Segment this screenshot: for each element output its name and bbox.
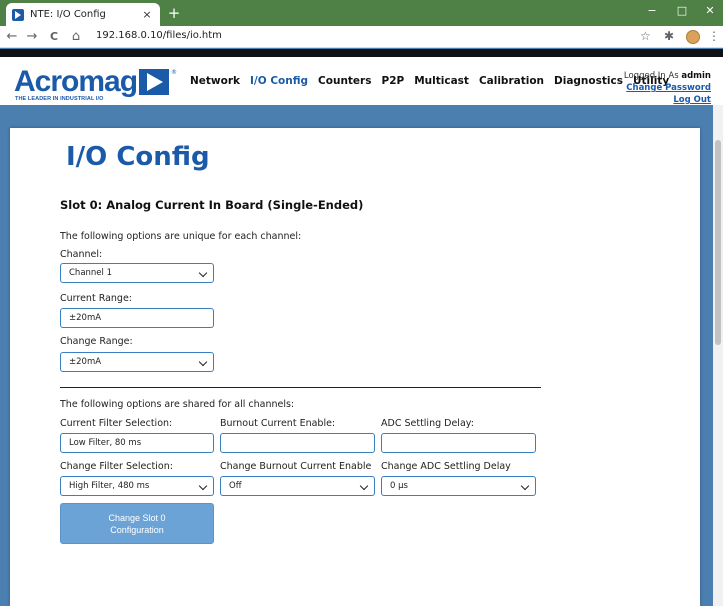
change-password-link[interactable]: Change Password bbox=[624, 82, 711, 94]
unique-options-note: The following options are unique for eac… bbox=[60, 231, 302, 242]
change-range-value: ±20mA bbox=[69, 357, 102, 367]
logged-in-status: Logged In As admin bbox=[624, 70, 711, 82]
acromag-favicon-icon bbox=[12, 8, 24, 21]
nav-network[interactable]: Network bbox=[190, 75, 240, 87]
change-burnout-label: Change Burnout Current Enable bbox=[220, 461, 372, 472]
page-top-bar bbox=[0, 49, 723, 57]
change-range-select[interactable]: ±20mA bbox=[60, 352, 214, 372]
logo-registered-mark: ® bbox=[171, 69, 177, 76]
change-range-label: Change Range: bbox=[60, 336, 133, 347]
change-slot-config-button[interactable]: Change Slot 0 Configuration bbox=[60, 503, 214, 544]
nav-p2p[interactable]: P2P bbox=[382, 75, 405, 87]
tab-title: NTE: I/O Config bbox=[30, 9, 106, 20]
nav-diagnostics[interactable]: Diagnostics bbox=[554, 75, 623, 87]
browser-toolbar: ← → C ⌂ 192.168.0.10/files/io.htm ☆ ✱ ⋮ bbox=[0, 26, 723, 48]
section-divider bbox=[60, 387, 541, 388]
logged-in-prefix: Logged In As bbox=[623, 71, 679, 81]
current-range-field[interactable]: ±20mA bbox=[60, 308, 214, 328]
change-adc-delay-label: Change ADC Settling Delay bbox=[381, 461, 511, 472]
change-burnout-select[interactable]: Off bbox=[220, 476, 375, 496]
shared-options-note: The following options are shared for all… bbox=[60, 399, 295, 410]
logo-tagline: THE LEADER IN INDUSTRIAL I/O bbox=[15, 96, 104, 102]
adc-settling-delay-label: ADC Settling Delay: bbox=[381, 418, 474, 429]
current-range-value: ±20mA bbox=[69, 313, 102, 323]
burnout-current-field[interactable] bbox=[220, 433, 375, 453]
site-header: Acromag ® THE LEADER IN INDUSTRIAL I/O N… bbox=[0, 57, 723, 105]
logo-wordmark: Acromag bbox=[14, 65, 138, 98]
slot-title: Slot 0: Analog Current In Board (Single-… bbox=[60, 198, 364, 212]
login-panel: Logged In As admin Change Password Log O… bbox=[624, 70, 711, 106]
current-range-label: Current Range: bbox=[60, 293, 133, 304]
change-filter-label: Change Filter Selection: bbox=[60, 461, 173, 472]
log-out-link[interactable]: Log Out bbox=[624, 94, 711, 106]
extensions-icon[interactable]: ✱ bbox=[664, 29, 674, 43]
change-adc-delay-select[interactable]: 0 µs bbox=[381, 476, 536, 496]
page-title: I/O Config bbox=[66, 142, 210, 172]
current-filter-value: Low Filter, 80 ms bbox=[69, 438, 142, 448]
profile-avatar[interactable] bbox=[686, 30, 700, 44]
logo-play-icon bbox=[139, 69, 169, 95]
minimize-icon[interactable]: − bbox=[642, 4, 662, 17]
burnout-current-label: Burnout Current Enable: bbox=[220, 418, 336, 429]
main-nav: Network I/O Config Counters P2P Multicas… bbox=[190, 75, 679, 87]
nav-calibration[interactable]: Calibration bbox=[479, 75, 544, 87]
channel-select-value: Channel 1 bbox=[69, 268, 113, 278]
adc-settling-delay-field[interactable] bbox=[381, 433, 536, 453]
channel-select[interactable]: Channel 1 bbox=[60, 263, 214, 283]
io-config-panel: I/O Config Slot 0: Analog Current In Boa… bbox=[10, 128, 700, 606]
username: admin bbox=[681, 71, 711, 81]
page-scrollbar[interactable] bbox=[713, 105, 723, 606]
browser-tab-bar: NTE: I/O Config × + − □ ✕ bbox=[0, 0, 723, 26]
nav-counters[interactable]: Counters bbox=[318, 75, 371, 87]
change-adc-delay-value: 0 µs bbox=[390, 481, 408, 491]
nav-io-config[interactable]: I/O Config bbox=[250, 75, 308, 87]
browser-menu-icon[interactable]: ⋮ bbox=[708, 29, 720, 43]
tab-close-icon[interactable]: × bbox=[140, 8, 154, 21]
change-filter-value: High Filter, 480 ms bbox=[69, 481, 150, 491]
channel-label: Channel: bbox=[60, 249, 103, 260]
change-filter-select[interactable]: High Filter, 480 ms bbox=[60, 476, 214, 496]
maximize-icon[interactable]: □ bbox=[672, 4, 692, 17]
bookmark-star-icon[interactable]: ☆ bbox=[640, 29, 651, 43]
address-bar[interactable]: 192.168.0.10/files/io.htm bbox=[96, 30, 222, 41]
home-icon[interactable]: ⌂ bbox=[68, 29, 84, 45]
forward-icon[interactable]: → bbox=[24, 29, 40, 45]
reload-icon[interactable]: C bbox=[46, 29, 62, 45]
nav-multicast[interactable]: Multicast bbox=[414, 75, 469, 87]
scrollbar-thumb[interactable] bbox=[715, 140, 721, 345]
back-icon[interactable]: ← bbox=[4, 29, 20, 45]
acromag-logo[interactable]: Acromag ® THE LEADER IN INDUSTRIAL I/O bbox=[14, 65, 179, 103]
current-filter-label: Current Filter Selection: bbox=[60, 418, 173, 429]
change-burnout-value: Off bbox=[229, 481, 242, 491]
current-filter-field[interactable]: Low Filter, 80 ms bbox=[60, 433, 214, 453]
browser-tab[interactable]: NTE: I/O Config × bbox=[6, 3, 160, 26]
new-tab-icon[interactable]: + bbox=[166, 4, 182, 22]
window-close-icon[interactable]: ✕ bbox=[700, 4, 720, 17]
